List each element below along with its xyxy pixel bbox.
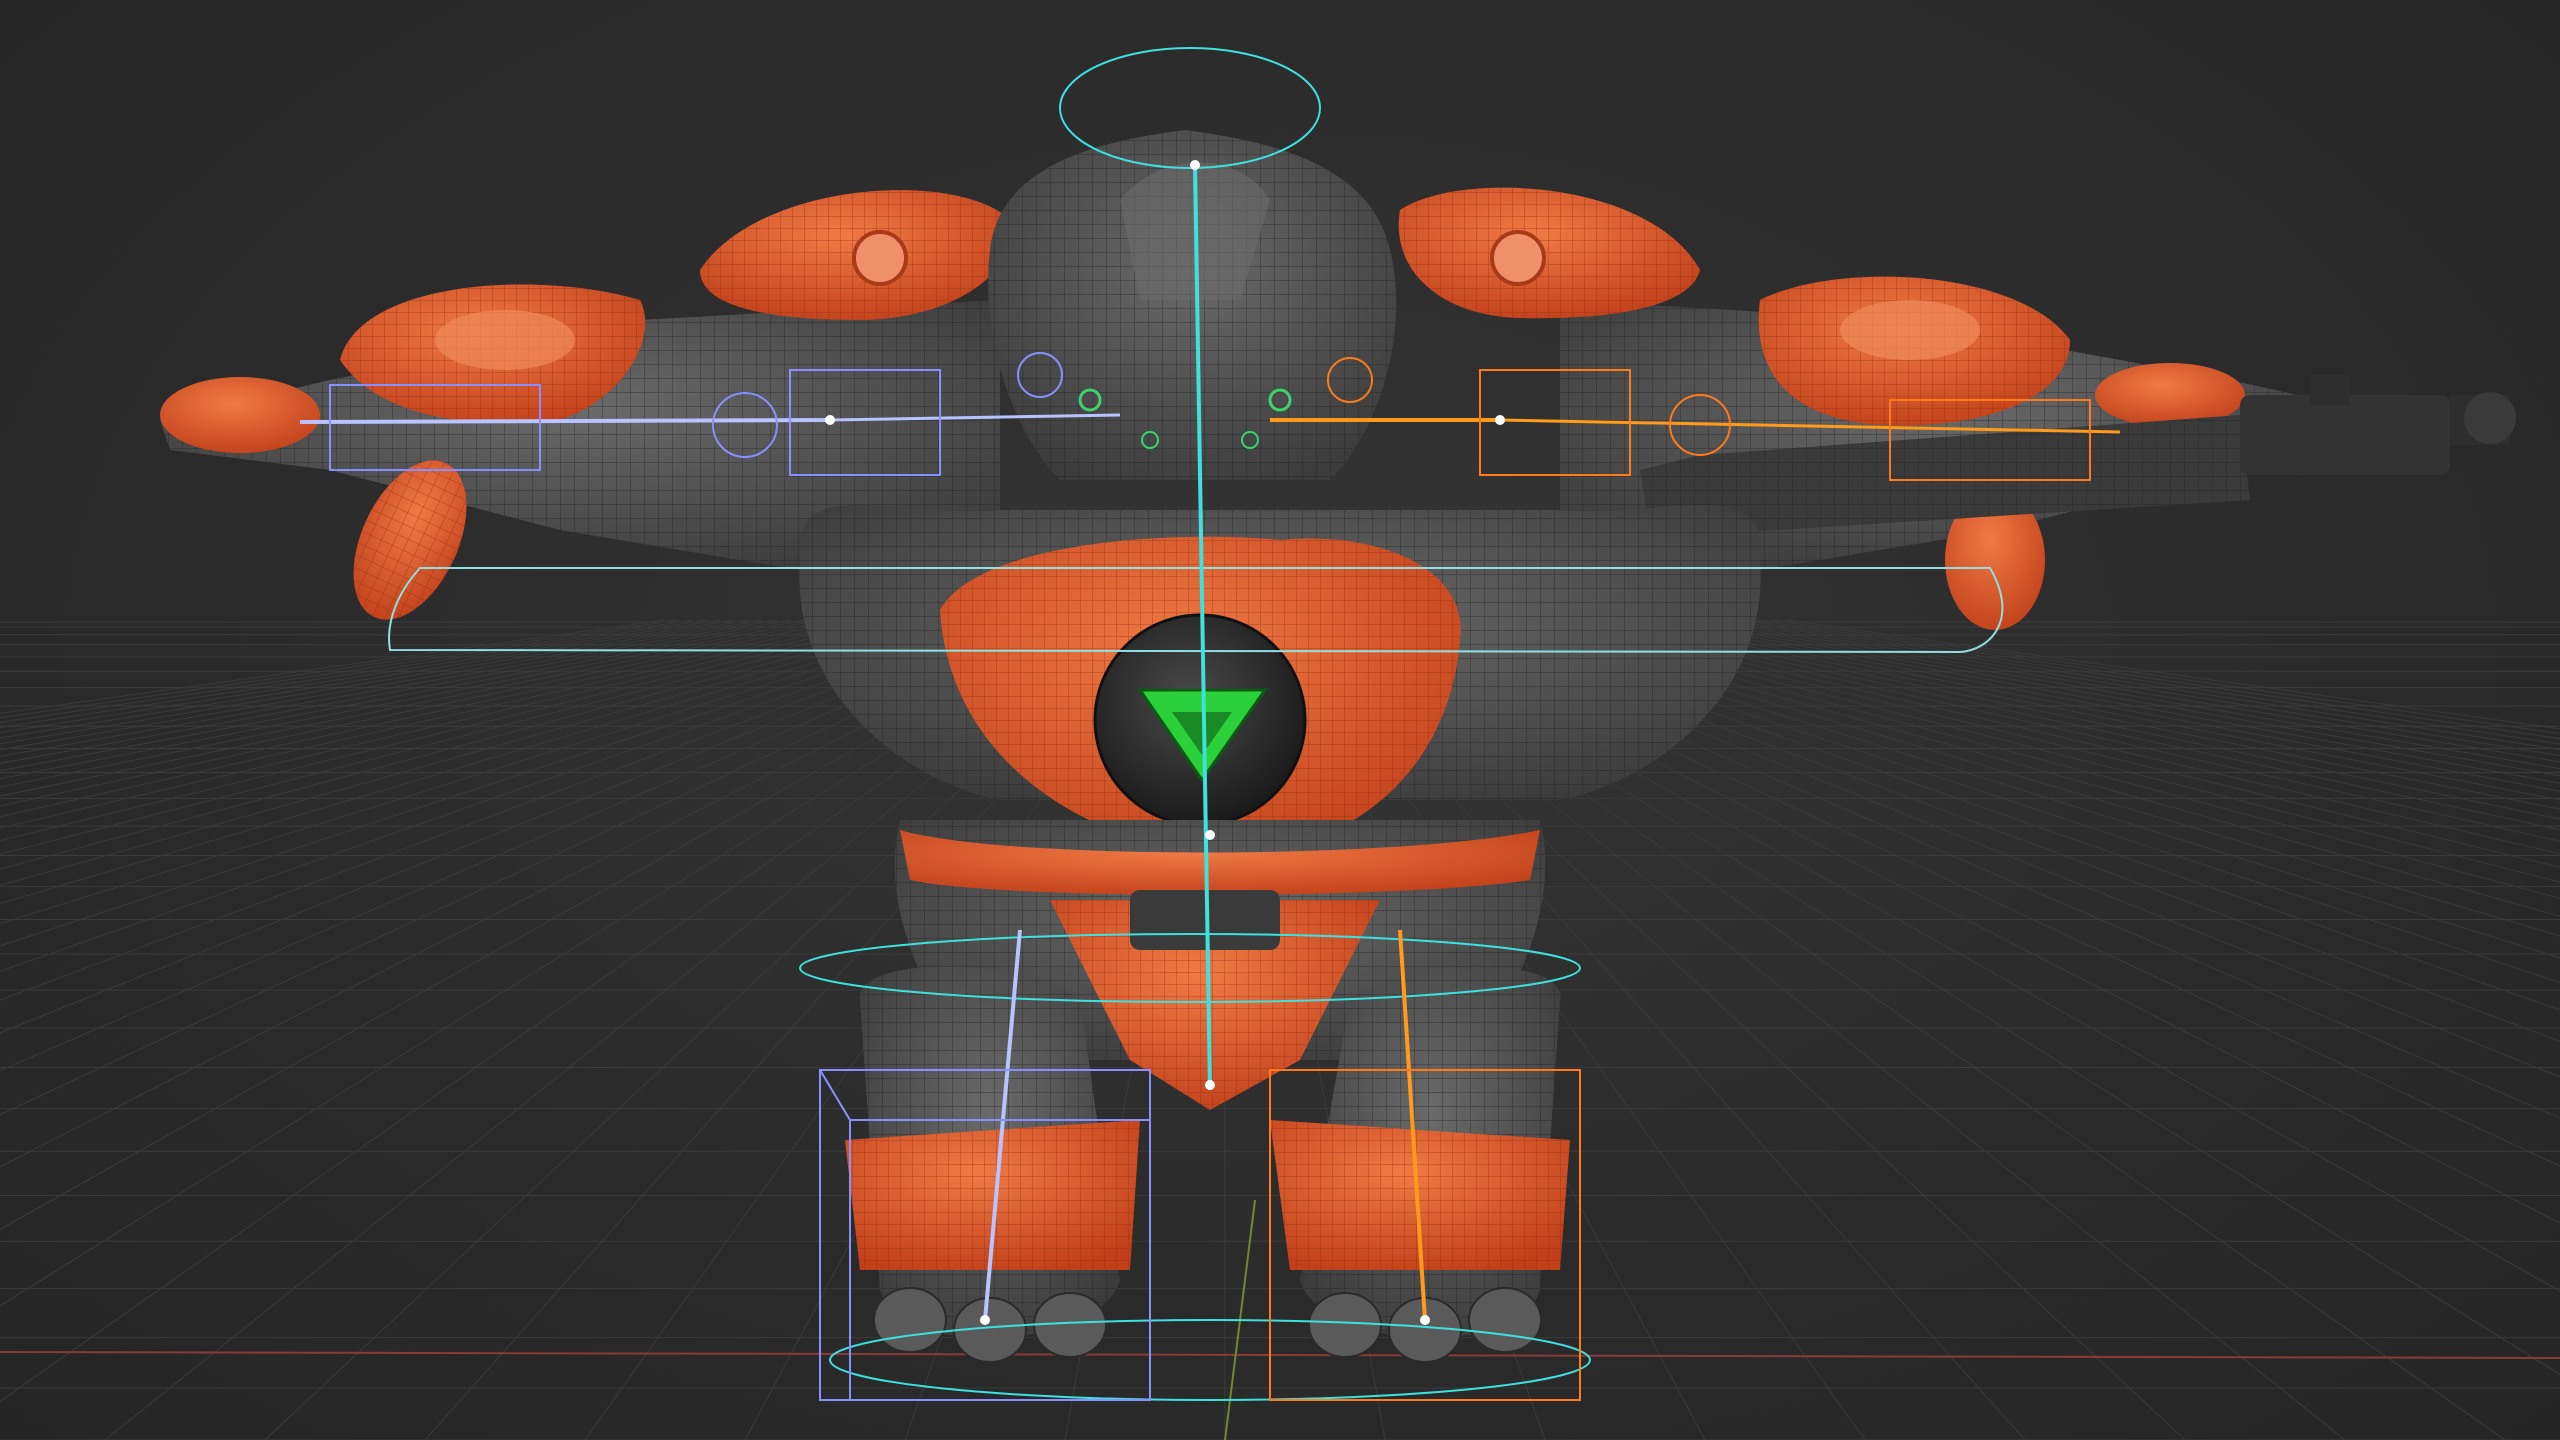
character-model[interactable] [160,130,2516,1363]
left-arm-bone [299,418,831,424]
grid-line [0,619,904,842]
grid-line [0,619,848,797]
grid-line [1588,619,2560,831]
grid-line [0,619,666,714]
grid-line [0,619,932,870]
grid-line [1700,619,2560,763]
grid-line [0,619,694,723]
grid-line [1728,619,2560,751]
grid-line [1644,619,2560,792]
grid-line [1658,619,2560,784]
grid-line [0,619,722,733]
grid-line [0,619,834,788]
viewport-canvas[interactable] [0,0,2560,1440]
grid-line [1532,619,2560,883]
grid-line [0,619,890,829]
grid-line [1714,619,2560,757]
3d-viewport[interactable] [0,0,2560,1440]
grid-line [1672,619,2560,777]
grid-line [0,619,778,757]
grid-line [0,619,708,728]
left-hand [160,377,320,453]
grid-line [1770,619,2560,735]
grid-line [0,619,918,855]
grid-line [0,619,960,905]
grid-line [1742,619,2560,745]
grid-line [0,619,862,807]
grid-line [0,619,820,780]
grid-line [0,619,876,818]
x-axis-line [0,1351,2560,1359]
